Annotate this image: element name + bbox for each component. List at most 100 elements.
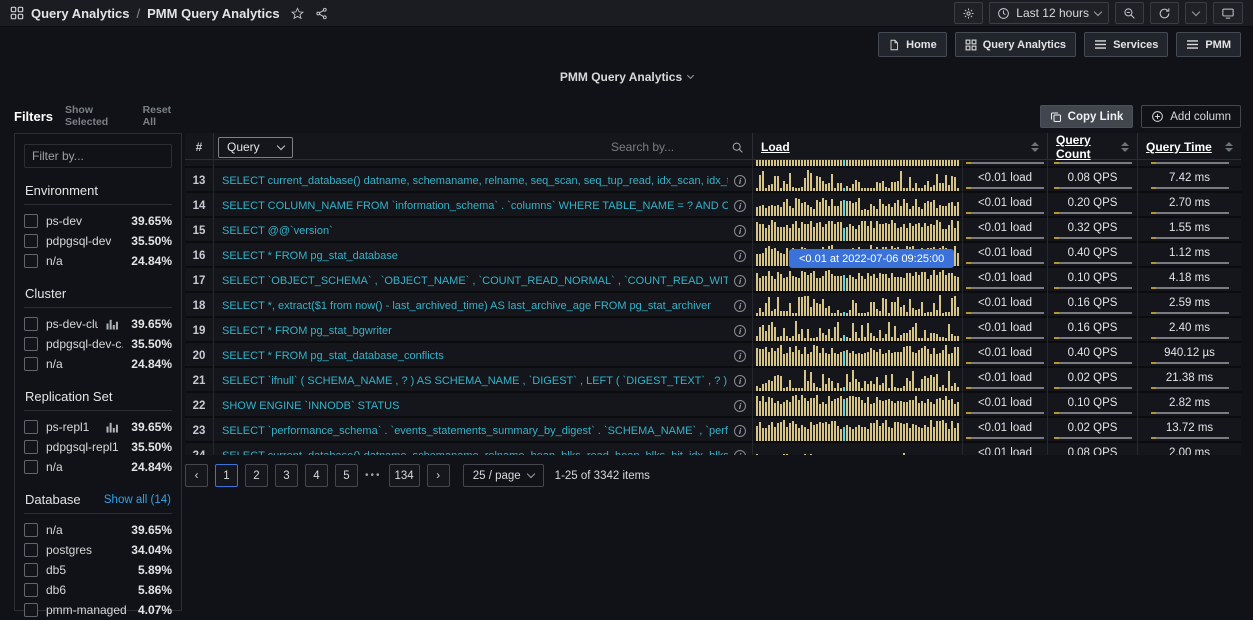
pagination-ellipsis[interactable]: ••• — [365, 470, 382, 481]
load-sparkline[interactable] — [752, 193, 962, 218]
table-row[interactable]: 18 SELECT *, extract($1 from now() - las… — [185, 293, 1241, 318]
table-row[interactable]: 20 SELECT * FROM pg_stat_database_confli… — [185, 343, 1241, 368]
time-range-picker[interactable]: Last 12 hours — [989, 2, 1109, 24]
show-selected-link[interactable]: Show Selected — [65, 104, 131, 128]
filter-checkbox[interactable] — [24, 214, 38, 228]
load-sparkline[interactable] — [752, 368, 962, 393]
sort-icon[interactable] — [1121, 142, 1129, 152]
query-link[interactable]: SHOW ENGINE `INNODB` STATUS — [222, 400, 728, 412]
settings-button[interactable] — [954, 2, 983, 24]
refresh-button[interactable] — [1150, 2, 1179, 24]
page-button-4[interactable]: 4 — [305, 464, 328, 487]
filter-input[interactable] — [32, 149, 187, 163]
info-icon[interactable]: i — [734, 200, 746, 212]
refresh-interval-dropdown[interactable] — [1185, 2, 1207, 24]
nav-button-pmm[interactable]: PMM — [1176, 32, 1241, 57]
page-button-2[interactable]: 2 — [245, 464, 268, 487]
mini-bar-chart-icon[interactable] — [106, 421, 119, 433]
prev-page-button[interactable]: ‹ — [185, 464, 208, 487]
panel-title-menu[interactable]: PMM Query Analytics — [560, 70, 693, 84]
table-row[interactable]: i — [185, 160, 1241, 168]
query-link[interactable]: SELECT *, extract($1 from now() - last_a… — [222, 300, 728, 312]
search-box[interactable] — [611, 140, 744, 154]
column-query-time[interactable]: Query Time — [1137, 133, 1241, 161]
filter-item[interactable]: ps-repl1 39.65% — [24, 417, 172, 437]
column-load[interactable]: Load — [752, 133, 1047, 161]
load-sparkline[interactable] — [752, 168, 962, 193]
info-icon[interactable]: i — [734, 175, 746, 187]
query-link[interactable]: SELECT current_database() datname, schem… — [222, 175, 728, 187]
mini-bar-chart-icon[interactable] — [106, 318, 119, 330]
nav-button-query-analytics[interactable]: Query Analytics — [955, 32, 1076, 57]
load-sparkline[interactable] — [752, 218, 962, 243]
filter-item[interactable]: pdpgsql-repl1 35.50% — [24, 437, 172, 457]
nav-button-services[interactable]: Services — [1084, 32, 1168, 57]
info-icon[interactable]: i — [734, 250, 746, 262]
page-size-select[interactable]: 25 / page — [463, 464, 544, 487]
load-sparkline[interactable] — [752, 393, 962, 418]
filter-checkbox[interactable] — [24, 543, 38, 557]
info-icon[interactable]: i — [734, 400, 746, 412]
sort-icon[interactable] — [1031, 142, 1039, 152]
table-row[interactable]: 23 SELECT `performance_schema` . `events… — [185, 418, 1241, 443]
info-icon[interactable]: i — [734, 375, 746, 387]
breadcrumb-page[interactable]: PMM Query Analytics — [147, 6, 279, 21]
query-link[interactable]: SELECT @@`version` — [222, 225, 728, 237]
load-sparkline[interactable] — [752, 160, 962, 168]
query-link[interactable]: SELECT `performance_schema` . `events_st… — [222, 425, 728, 437]
filter-item[interactable]: ps-dev 39.65% — [24, 211, 172, 231]
sort-icon[interactable] — [1225, 142, 1233, 152]
filter-item[interactable]: n/a 24.84% — [24, 251, 172, 271]
query-link[interactable]: SELECT * FROM pg_stat_database_conflicts — [222, 350, 728, 362]
load-sparkline[interactable] — [752, 293, 962, 318]
filter-checkbox[interactable] — [24, 460, 38, 474]
breadcrumb-section[interactable]: Query Analytics — [31, 6, 130, 21]
copy-link-button[interactable]: Copy Link — [1040, 105, 1134, 128]
table-row[interactable]: 13 SELECT current_database() datname, sc… — [185, 168, 1241, 193]
filter-item[interactable]: pdpgsql-dev 35.50% — [24, 231, 172, 251]
load-sparkline[interactable] — [752, 418, 962, 443]
load-sparkline[interactable] — [752, 318, 962, 343]
nav-button-home[interactable]: Home — [878, 32, 947, 57]
filter-checkbox[interactable] — [24, 254, 38, 268]
info-icon[interactable]: i — [734, 275, 746, 287]
table-row[interactable]: 15 SELECT @@`version` i <0.01 load 0.32 … — [185, 218, 1241, 243]
load-sparkline[interactable] — [752, 343, 962, 368]
filter-item[interactable]: ps-dev-cluster 39.65% — [24, 314, 172, 334]
search-input[interactable] — [611, 140, 721, 154]
filter-checkbox[interactable] — [24, 523, 38, 537]
filter-checkbox[interactable] — [24, 563, 38, 577]
filter-checkbox[interactable] — [24, 420, 38, 434]
filter-item[interactable]: n/a 24.84% — [24, 457, 172, 477]
query-link[interactable]: SELECT `OBJECT_SCHEMA` , `OBJECT_NAME` ,… — [222, 275, 728, 287]
info-icon[interactable]: i — [734, 325, 746, 337]
page-button-3[interactable]: 3 — [275, 464, 298, 487]
load-sparkline[interactable] — [752, 268, 962, 293]
filter-item[interactable]: postgres 34.04% — [24, 540, 172, 560]
page-button-5[interactable]: 5 — [335, 464, 358, 487]
share-icon[interactable] — [315, 7, 328, 20]
star-icon[interactable] — [291, 7, 304, 20]
table-row[interactable]: 22 SHOW ENGINE `INNODB` STATUS i <0.01 l… — [185, 393, 1241, 418]
filter-checkbox[interactable] — [24, 337, 38, 351]
dimension-select[interactable]: Query — [218, 137, 293, 158]
info-icon[interactable]: i — [734, 450, 746, 456]
query-link[interactable]: SELECT COLUMN_NAME FROM `information_sch… — [222, 200, 728, 212]
last-page-button[interactable]: 134 — [389, 464, 420, 487]
kiosk-mode-button[interactable] — [1213, 2, 1243, 24]
reset-all-link[interactable]: Reset All — [143, 104, 182, 128]
show-all-link[interactable]: Show all (14) — [104, 494, 171, 506]
table-row[interactable]: 19 SELECT * FROM pg_stat_bgwriter i <0.0… — [185, 318, 1241, 343]
query-link[interactable]: SELECT * FROM pg_stat_database — [222, 250, 728, 262]
add-column-button[interactable]: Add column — [1141, 105, 1241, 128]
query-link[interactable]: SELECT * FROM pg_stat_bgwriter — [222, 325, 728, 337]
next-page-button[interactable]: › — [427, 464, 450, 487]
table-row[interactable]: 24 SELECT current_database() datname, sc… — [185, 443, 1241, 455]
search-icon[interactable] — [731, 141, 744, 154]
info-icon[interactable]: i — [734, 300, 746, 312]
filter-item[interactable]: pmm-managed 4.07% — [24, 600, 172, 620]
info-icon[interactable]: i — [734, 350, 746, 362]
filter-checkbox[interactable] — [24, 440, 38, 454]
filter-checkbox[interactable] — [24, 603, 38, 617]
zoom-out-button[interactable] — [1115, 2, 1144, 24]
